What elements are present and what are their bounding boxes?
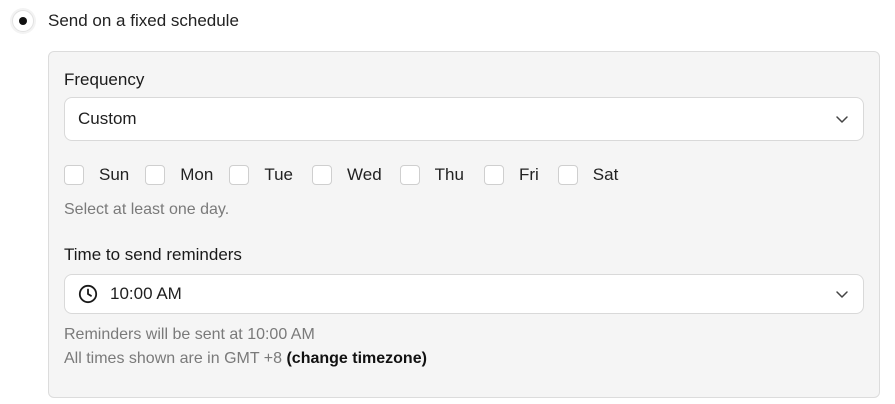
frequency-label: Frequency [64,70,145,89]
day-label: Sat [592,165,619,184]
days-helper-text: Select at least one day. [64,201,230,218]
frequency-value: Custom [78,109,137,128]
fixed-schedule-radio[interactable] [12,10,34,32]
frequency-select[interactable]: Custom [64,97,864,141]
day-checkbox[interactable] [399,165,420,185]
day-label: Tue [264,165,293,184]
timezone-note-line: All times shown are in GMT +8 (change ti… [64,350,427,368]
chevron-down-icon [836,116,848,123]
chevron-down-icon [836,291,848,298]
time-select[interactable]: 10:00 AM [64,274,864,314]
day-label: Sun [99,165,130,184]
reminder-time-note: Reminders will be sent at 10:00 AM [64,326,315,343]
day-option-wed[interactable]: Wed [312,165,382,185]
time-value: 10:00 AM [110,284,182,303]
change-timezone-link[interactable]: (change timezone) [286,350,426,367]
clock-icon [78,284,98,304]
day-checkbox[interactable] [557,165,578,185]
schedule-settings-panel: Frequency Custom Sun Mon Tue Wed Thu Fri… [48,51,880,398]
timezone-note: All times shown are in GMT +8 [64,350,283,367]
day-option-mon[interactable]: Mon [145,165,213,185]
day-checkbox[interactable] [312,165,332,185]
day-option-sat[interactable]: Sat [557,165,619,185]
day-option-thu[interactable]: Thu [399,165,464,185]
day-checkbox[interactable] [145,165,166,185]
day-option-fri[interactable]: Fri [483,165,539,185]
radio-selected-dot [19,17,27,25]
day-option-tue[interactable]: Tue [229,165,293,185]
fixed-schedule-label: Send on a fixed schedule [48,11,239,30]
day-checkbox-group: Sun Mon Tue Wed Thu Fri Sat [64,163,618,187]
day-checkbox[interactable] [64,165,84,185]
fixed-schedule-option[interactable]: Send on a fixed schedule [12,8,239,34]
day-checkbox[interactable] [229,165,250,185]
day-label: Fri [518,165,539,184]
day-option-sun[interactable]: Sun [64,165,129,185]
day-label: Wed [347,165,382,184]
day-label: Mon [180,165,214,184]
day-label: Thu [434,165,464,184]
time-label: Time to send reminders [64,245,242,264]
day-checkbox[interactable] [483,165,504,185]
